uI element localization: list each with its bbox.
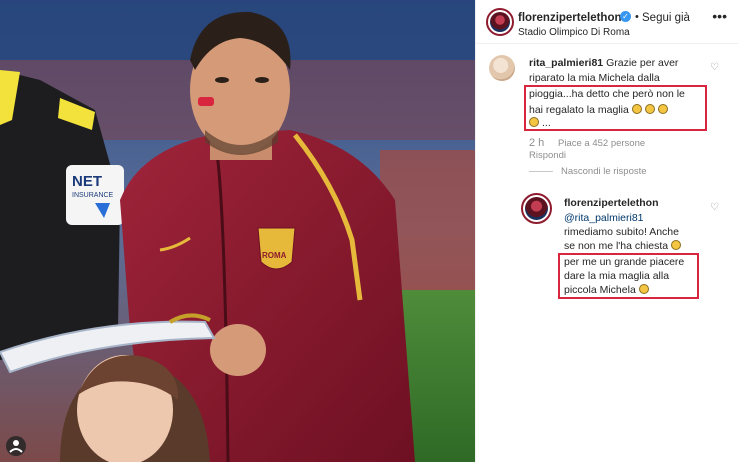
- highlight-box-1: [524, 85, 707, 131]
- comments-panel: florenzipertelethon ✓ • Segui già Stadio…: [475, 0, 738, 462]
- photo-illustration: NET INSURANCE ROMA: [0, 0, 475, 462]
- more-options-icon[interactable]: •••: [712, 8, 727, 24]
- comment-time: 2 h: [529, 137, 545, 149]
- reply-avatar[interactable]: [521, 193, 552, 224]
- reply-text-line-2: se non me l'ha chiesta: [564, 240, 669, 252]
- sponsor-text-1: NET: [72, 173, 102, 190]
- post-photo[interactable]: NET INSURANCE ROMA: [0, 0, 475, 462]
- heart-icon[interactable]: ♡: [710, 202, 719, 213]
- replies-divider: [529, 171, 553, 172]
- verified-badge-icon: ✓: [620, 11, 631, 22]
- heart-icon[interactable]: ♡: [710, 62, 719, 73]
- follow-button[interactable]: Segui già: [642, 12, 690, 24]
- author-username[interactable]: florenzipertelethon: [518, 12, 622, 24]
- sponsor-text-2: INSURANCE: [72, 192, 114, 199]
- comment-text-line-1: Grazie per aver: [606, 57, 679, 69]
- hide-replies-button[interactable]: Nascondi le risposte: [561, 166, 647, 177]
- reply-username: florenzipertelethon: [564, 197, 659, 209]
- commenter-avatar[interactable]: [489, 55, 515, 81]
- comment-likes[interactable]: Piace a 452 persone: [558, 138, 645, 149]
- separator-dot: •: [635, 11, 639, 23]
- post-header: florenzipertelethon ✓ • Segui già Stadio…: [476, 0, 738, 44]
- reply-button[interactable]: Rispondi: [529, 150, 566, 161]
- post-location[interactable]: Stadio Olimpico Di Roma: [518, 27, 630, 38]
- comment-text-line-2: riparato la mia Michela dalla: [529, 72, 660, 84]
- crest-text: ROMA: [262, 251, 287, 260]
- highlight-box-2: [558, 253, 699, 299]
- reply-text-line-1: rimediamo subito! Anche: [564, 226, 679, 238]
- laughing-emoji-icon: [671, 240, 682, 250]
- comment-username[interactable]: rita_palmieri81: [529, 57, 603, 69]
- author-avatar[interactable]: [486, 8, 514, 36]
- instagram-post-view: NET INSURANCE ROMA florenzipertelethon ✓…: [0, 0, 738, 462]
- reply-mention: @rita_palmieri81: [564, 212, 644, 224]
